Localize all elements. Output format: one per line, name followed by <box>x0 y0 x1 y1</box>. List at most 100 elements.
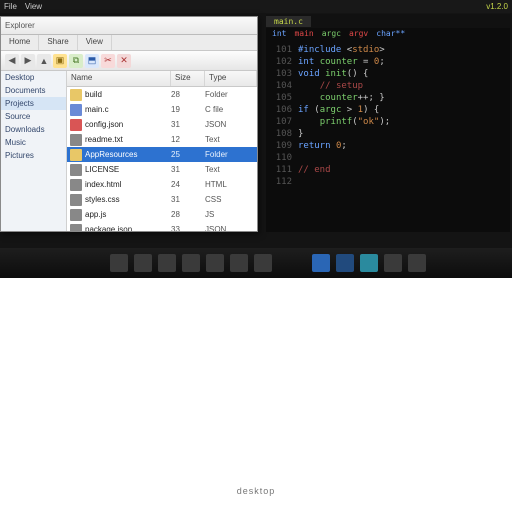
file-name: build <box>85 90 171 99</box>
code-text[interactable]: #include <stdio> <box>298 44 506 56</box>
col-type[interactable]: Type <box>205 71 257 86</box>
table-row[interactable]: config.json31JSON <box>67 117 257 132</box>
table-row[interactable]: app.js28JS <box>67 207 257 222</box>
code-text[interactable]: // setup <box>298 80 506 92</box>
code-line[interactable]: 111// end <box>270 164 506 176</box>
table-row[interactable]: index.html24HTML <box>67 177 257 192</box>
code-editor[interactable]: main.c int main argc argv char** 101#inc… <box>266 14 510 232</box>
delete-icon[interactable]: ✕ <box>117 54 131 68</box>
ribbon-tabs: Home Share View <box>1 35 257 51</box>
nav-item[interactable]: Projects <box>1 97 66 110</box>
table-row[interactable]: LICENSE31Text <box>67 162 257 177</box>
line-number: 104 <box>270 80 298 92</box>
info-arg: argv <box>349 29 368 41</box>
nav-item[interactable]: Source <box>1 110 66 123</box>
column-headers: Name Size Type <box>67 71 257 87</box>
code-line[interactable]: 112 <box>270 176 506 188</box>
table-row[interactable]: AppResources25Folder <box>67 147 257 162</box>
topbar-version: v1.2.0 <box>486 2 508 11</box>
tab-home[interactable]: Home <box>1 35 39 50</box>
editor-info-bar: int main argc argv char** <box>266 28 510 42</box>
folder-new-icon[interactable]: ▣ <box>53 54 67 68</box>
col-name[interactable]: Name <box>67 71 171 86</box>
file-name: index.html <box>85 180 171 189</box>
code-text[interactable]: counter++; } <box>298 92 506 104</box>
task-file-4[interactable] <box>182 254 200 272</box>
back-icon[interactable]: ◀ <box>5 54 19 68</box>
task-editor[interactable] <box>384 254 402 272</box>
code-text[interactable] <box>298 176 506 188</box>
table-row[interactable]: readme.txt12Text <box>67 132 257 147</box>
code-text[interactable]: if (argc > 1) { <box>298 104 506 116</box>
task-explorer[interactable] <box>336 254 354 272</box>
tab-share[interactable]: Share <box>39 35 77 50</box>
code-line[interactable]: 102int counter = 0; <box>270 56 506 68</box>
task-file-3[interactable] <box>158 254 176 272</box>
navigation-pane: DesktopDocumentsProjectsSourceDownloadsM… <box>1 71 67 231</box>
nav-item[interactable]: Desktop <box>1 71 66 84</box>
code-text[interactable]: void init() { <box>298 68 506 80</box>
code-line[interactable]: 106if (argc > 1) { <box>270 104 506 116</box>
file-size: 28 <box>171 90 205 99</box>
file-name: readme.txt <box>85 135 171 144</box>
file-type: HTML <box>205 180 257 189</box>
task-file-5[interactable] <box>206 254 224 272</box>
window-titlebar[interactable]: Explorer <box>1 17 257 35</box>
nav-item[interactable]: Downloads <box>1 123 66 136</box>
code-text[interactable]: int counter = 0; <box>298 56 506 68</box>
up-icon[interactable]: ▲ <box>37 54 51 68</box>
topbar-item[interactable]: View <box>25 2 42 11</box>
file-explorer-window[interactable]: Explorer Home Share View ◀▶▲▣⧉⬒✂✕ Deskto… <box>0 16 258 232</box>
forward-icon[interactable]: ▶ <box>21 54 35 68</box>
code-line[interactable]: 108} <box>270 128 506 140</box>
file-type: JS <box>205 210 257 219</box>
file-type: Text <box>205 135 257 144</box>
code-line[interactable]: 107 printf("ok"); <box>270 116 506 128</box>
code-text[interactable]: // end <box>298 164 506 176</box>
file-list: Name Size Type build28Foldermain.c19C fi… <box>67 71 257 231</box>
task-file-1[interactable] <box>110 254 128 272</box>
code-text[interactable]: printf("ok"); <box>298 116 506 128</box>
code-line[interactable]: 110 <box>270 152 506 164</box>
code-text[interactable]: return 0; <box>298 140 506 152</box>
code-area[interactable]: 101#include <stdio>102int counter = 0;10… <box>266 42 510 190</box>
os-topbar: File View v1.2.0 <box>0 0 512 13</box>
code-line[interactable]: 101#include <stdio> <box>270 44 506 56</box>
task-file-2[interactable] <box>134 254 152 272</box>
info-arg: argc <box>322 29 341 41</box>
editor-tab-active[interactable]: main.c <box>266 16 311 27</box>
nav-item[interactable]: Documents <box>1 84 66 97</box>
task-browser[interactable] <box>312 254 330 272</box>
paste-icon[interactable]: ⬒ <box>85 54 99 68</box>
nav-item[interactable]: Pictures <box>1 149 66 162</box>
page-lower: desktop <box>0 278 512 512</box>
col-size[interactable]: Size <box>171 71 205 86</box>
nav-item[interactable]: Music <box>1 136 66 149</box>
code-line[interactable]: 105 counter++; } <box>270 92 506 104</box>
table-row[interactable]: package.json33JSON <box>67 222 257 231</box>
table-row[interactable]: styles.css31CSS <box>67 192 257 207</box>
task-terminal[interactable] <box>360 254 378 272</box>
tab-view[interactable]: View <box>78 35 112 50</box>
task-file-6[interactable] <box>230 254 248 272</box>
folder-icon <box>70 89 82 101</box>
copy-icon[interactable]: ⧉ <box>69 54 83 68</box>
code-text[interactable] <box>298 152 506 164</box>
code-line[interactable]: 109return 0; <box>270 140 506 152</box>
task-settings[interactable] <box>408 254 426 272</box>
file-name: package.json <box>85 225 171 231</box>
code-line[interactable]: 104 // setup <box>270 80 506 92</box>
file-type: JSON <box>205 120 257 129</box>
cut-icon[interactable]: ✂ <box>101 54 115 68</box>
file-rows: build28Foldermain.c19C fileconfig.json31… <box>67 87 257 231</box>
topbar-item[interactable]: File <box>4 2 17 11</box>
text-file-icon <box>70 134 82 146</box>
table-row[interactable]: build28Folder <box>67 87 257 102</box>
file-size: 19 <box>171 105 205 114</box>
file-size: 31 <box>171 120 205 129</box>
task-file-7[interactable] <box>254 254 272 272</box>
code-text[interactable]: } <box>298 128 506 140</box>
table-row[interactable]: main.c19C file <box>67 102 257 117</box>
code-line[interactable]: 103void init() { <box>270 68 506 80</box>
footer-label: desktop <box>237 486 276 496</box>
